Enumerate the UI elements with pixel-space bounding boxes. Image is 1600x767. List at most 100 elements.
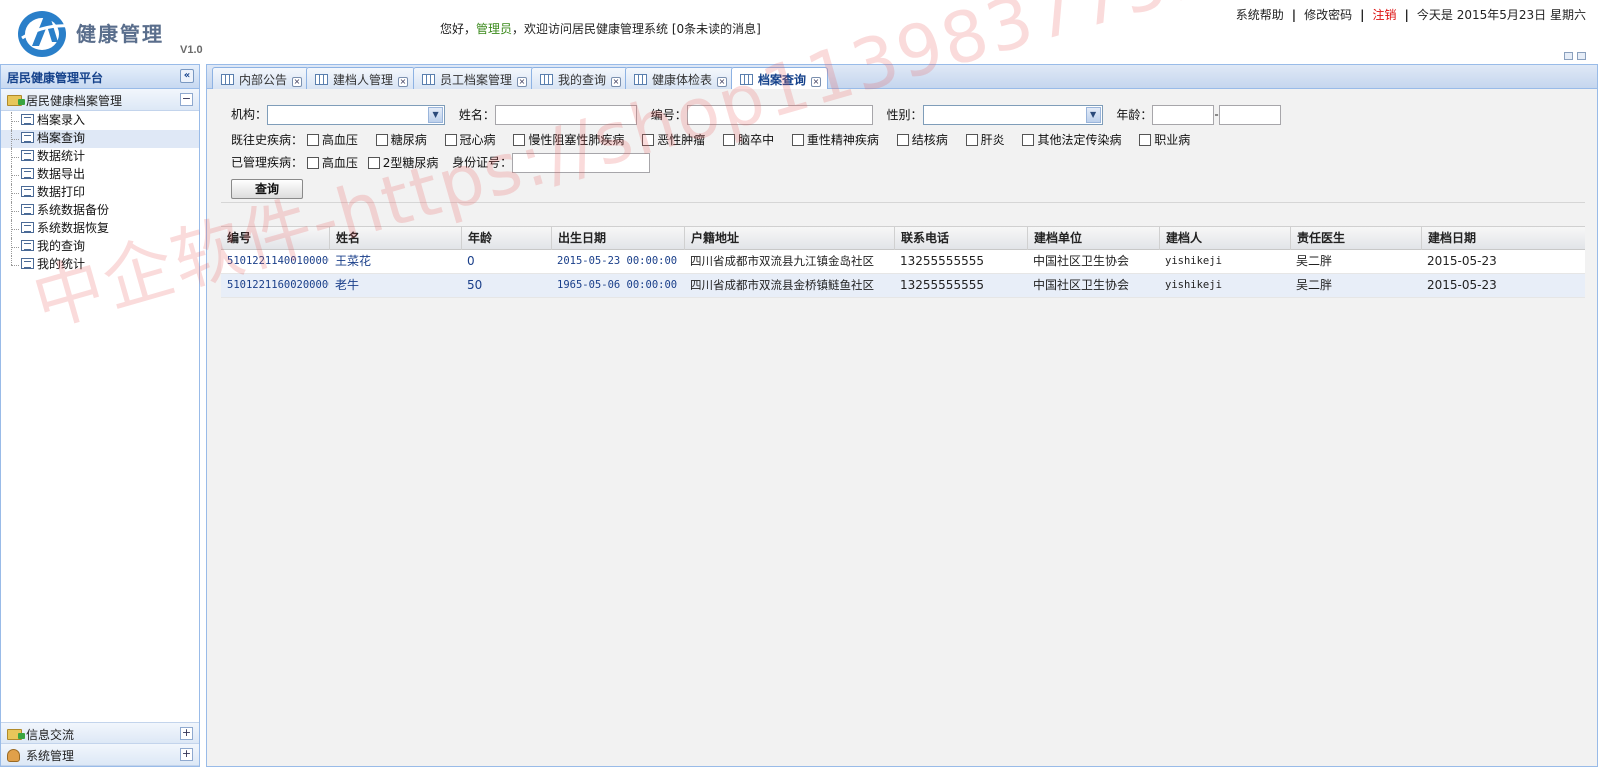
sidebar-item-restore[interactable]: 系统数据恢复 (1, 220, 199, 238)
cell-name[interactable]: 老牛 (329, 274, 461, 298)
tab-health-exam[interactable]: 健康体检表 × (625, 67, 735, 89)
group-toggle-button[interactable]: − (180, 93, 193, 106)
cell-id[interactable]: 510122116002000001 (221, 274, 329, 298)
column-header-created[interactable]: 建档日期 (1421, 227, 1585, 251)
sidebar-group-system[interactable]: 系统管理 + (1, 744, 199, 766)
folder-icon (7, 95, 25, 106)
managed-option-diabetes-type2[interactable]: 2型糖尿病 (367, 155, 439, 170)
org-label: 机构： (231, 107, 268, 122)
history-option-occupational[interactable]: 职业病 (1139, 133, 1190, 147)
cell-creator: yishikeji (1165, 255, 1222, 267)
checkbox-label: 重性精神疾病 (806, 133, 879, 147)
sidebar-item-query[interactable]: 档案查询 (1, 130, 199, 148)
column-header-phone[interactable]: 联系电话 (894, 227, 1027, 251)
checkbox-label: 冠心病 (459, 133, 496, 147)
group-toggle-button[interactable]: + (180, 748, 193, 761)
group-label: 系统管理 (26, 749, 75, 763)
column-header-doctor[interactable]: 责任医生 (1290, 227, 1421, 251)
org-select[interactable]: ▼ (267, 105, 446, 125)
close-icon[interactable]: × (811, 77, 822, 87)
tab-my-query[interactable]: 我的查询 × (531, 67, 629, 89)
tab-staff-archives[interactable]: 员工档案管理 × (413, 67, 535, 89)
history-option-infectious[interactable]: 其他法定传染病 (1022, 133, 1121, 147)
column-header-id[interactable]: 编号 (221, 227, 329, 251)
column-header-address[interactable]: 户籍地址 (684, 227, 894, 251)
checkbox[interactable] (896, 134, 909, 146)
sidebar-item-print[interactable]: 数据打印 (1, 184, 199, 202)
sidebar-item-backup[interactable]: 系统数据备份 (1, 202, 199, 220)
column-header-name[interactable]: 姓名 (329, 227, 461, 251)
close-icon[interactable]: × (398, 77, 409, 87)
sidebar-item-entry[interactable]: 档案录入 (1, 112, 199, 130)
history-option-mental[interactable]: 重性精神疾病 (791, 133, 879, 147)
cell-id[interactable]: 510122114001000001 (221, 250, 329, 274)
gender-label: 性别： (886, 107, 923, 122)
table-row[interactable]: 510122114001000001 王菜花 0 2015-05-23 00:0… (221, 250, 1585, 274)
history-option-hepatitis[interactable]: 肝炎 (965, 133, 1005, 147)
checkbox[interactable] (513, 134, 526, 146)
close-icon[interactable]: × (717, 77, 728, 87)
checkbox[interactable] (791, 134, 804, 146)
history-option-stroke[interactable]: 脑卒中 (723, 133, 774, 147)
id-input[interactable] (686, 105, 873, 125)
age-max-input[interactable] (1218, 105, 1281, 125)
folder-icon (7, 729, 25, 740)
history-option-tumor[interactable]: 恶性肿瘤 (642, 133, 705, 147)
sidebar-item-export[interactable]: 数据导出 (1, 166, 199, 184)
maximize-icon[interactable] (1577, 52, 1586, 60)
gender-select[interactable]: ▼ (922, 105, 1103, 125)
checkbox-label: 职业病 (1154, 133, 1191, 147)
cell-name[interactable]: 王菜花 (329, 250, 461, 274)
history-option-hypertension[interactable]: 高血压 (306, 133, 358, 147)
history-option-tuberculosis[interactable]: 结核病 (896, 133, 948, 147)
sidebar-group-archives[interactable]: 居民健康档案管理 − (1, 89, 199, 111)
logout-link[interactable]: 注销 (1373, 8, 1397, 22)
sidebar-item-statistics[interactable]: 数据统计 (1, 148, 199, 166)
checkbox[interactable] (723, 134, 736, 146)
tab-label: 建档人管理 (333, 73, 394, 87)
name-label: 姓名： (458, 107, 495, 122)
checkbox[interactable] (965, 134, 978, 146)
tab-archive-query[interactable]: 档案查询 × (731, 67, 829, 90)
checkbox[interactable] (306, 134, 319, 146)
history-option-copd[interactable]: 慢性阻塞性肺疾病 (513, 133, 624, 147)
current-user[interactable]: 管理员 (476, 22, 512, 36)
close-icon[interactable]: × (517, 77, 528, 87)
checkbox[interactable] (1139, 134, 1152, 146)
table-row[interactable]: 510122116002000001 老牛 50 1965-05-06 00:0… (221, 274, 1585, 298)
minimize-icon[interactable] (1564, 52, 1573, 60)
sidebar-item-label: 数据导出 (37, 167, 86, 181)
column-header-age[interactable]: 年龄 (461, 227, 551, 251)
query-button[interactable]: 查询 (231, 179, 303, 199)
checkbox[interactable] (1022, 134, 1035, 146)
change-password-link[interactable]: 修改密码 (1304, 8, 1352, 22)
sidebar-group-info[interactable]: 信息交流 + (1, 722, 199, 744)
close-icon[interactable]: × (292, 77, 303, 87)
collapse-sidebar-button[interactable]: « (180, 69, 194, 83)
history-option-coronary[interactable]: 冠心病 (444, 133, 496, 147)
checkbox[interactable] (444, 134, 457, 146)
column-header-unit[interactable]: 建档单位 (1027, 227, 1159, 251)
cell-address: 四川省成都市双流县九江镇金岛社区 (690, 254, 874, 268)
checkbox[interactable] (367, 156, 380, 169)
name-input[interactable] (494, 105, 637, 125)
tab-announcements[interactable]: 内部公告 × (212, 67, 310, 89)
idcard-input[interactable] (512, 153, 651, 173)
column-header-birth[interactable]: 出生日期 (551, 227, 684, 251)
checkbox[interactable] (375, 134, 388, 146)
sidebar-item-my-query[interactable]: 我的查询 (1, 238, 199, 256)
checkbox[interactable] (306, 156, 319, 169)
age-min-input[interactable] (1152, 105, 1215, 125)
tab-creator-management[interactable]: 建档人管理 × (306, 67, 416, 89)
managed-option-hypertension[interactable]: 高血压 (306, 156, 358, 170)
help-link[interactable]: 系统帮助 (1236, 8, 1284, 22)
sidebar-item-my-statistics[interactable]: 我的统计 (1, 256, 199, 274)
checkbox[interactable] (642, 134, 655, 146)
checkbox-label: 2型糖尿病 (382, 155, 439, 170)
cell-unit: 中国社区卫生协会 (1033, 254, 1130, 268)
column-header-creator[interactable]: 建档人 (1159, 227, 1290, 251)
group-toggle-button[interactable]: + (180, 727, 193, 740)
link-separator: | (1291, 8, 1297, 22)
close-icon[interactable]: × (611, 77, 622, 87)
history-option-diabetes[interactable]: 糖尿病 (375, 133, 427, 147)
